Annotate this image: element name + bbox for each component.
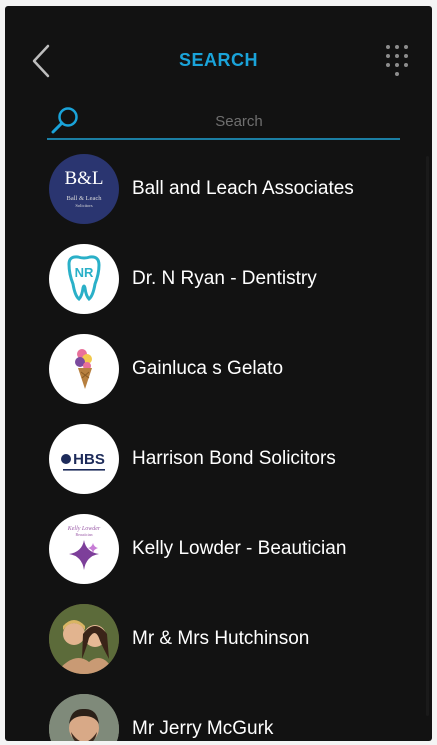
- page-title: SEARCH: [178, 50, 258, 70]
- grid-dot-icon: [404, 53, 408, 58]
- grid-dot-icon: [404, 62, 408, 67]
- search-input[interactable]: [87, 106, 391, 136]
- svg-text:Solicitors: Solicitors: [75, 203, 92, 208]
- contact-name: Mr & Mrs Hutchinson: [132, 628, 310, 649]
- list-item[interactable]: Gainluca s Gelato: [5, 324, 432, 414]
- avatar: [49, 694, 119, 741]
- contact-name: Mr Jerry McGurk: [132, 718, 274, 739]
- grid-dot-icon: [395, 62, 399, 67]
- grid-dot-icon: [395, 53, 399, 58]
- contact-name: Dr. N Ryan - Dentistry: [132, 268, 317, 289]
- contact-name: Ball and Leach Associates: [132, 178, 354, 199]
- list-item[interactable]: Mr & Mrs Hutchinson: [5, 594, 432, 684]
- svg-text:HBS: HBS: [73, 451, 105, 468]
- svg-text:Ball & Leach: Ball & Leach: [66, 195, 102, 202]
- avatar: B&L Ball & Leach Solicitors: [49, 154, 119, 224]
- person-photo-icon: [49, 694, 119, 741]
- avatar: HBS: [49, 424, 119, 494]
- app-screen: SEARCH B&L Ball & Leach Solicitors: [5, 6, 432, 741]
- svg-text:Beautician: Beautician: [75, 532, 92, 537]
- grid-menu-button[interactable]: [382, 42, 412, 78]
- list-item[interactable]: B&L Ball & Leach Solicitors Ball and Lea…: [5, 144, 432, 234]
- avatar: [49, 334, 119, 404]
- search-underline: [47, 138, 400, 140]
- contact-list: B&L Ball & Leach Solicitors Ball and Lea…: [5, 144, 432, 741]
- ice-cream-icon: [75, 349, 92, 389]
- grid-dot-icon: [395, 71, 399, 76]
- scrollbar[interactable]: [426, 156, 429, 716]
- grid-dot-icon: [386, 62, 390, 67]
- header: SEARCH: [5, 6, 432, 116]
- couple-photo-icon: [49, 604, 119, 674]
- contact-name: Harrison Bond Solicitors: [132, 448, 336, 469]
- contact-name: Gainluca s Gelato: [132, 358, 284, 379]
- avatar: NR: [49, 244, 119, 314]
- list-item[interactable]: Kelly Lowder Beautician Kelly Lowder - B…: [5, 504, 432, 594]
- grid-dot-icon: [386, 44, 390, 49]
- search-bar: [47, 102, 400, 140]
- ball-leach-logo-icon: B&L Ball & Leach Solicitors: [64, 168, 103, 208]
- avatar: Kelly Lowder Beautician: [49, 514, 119, 584]
- grid-dot-icon: [386, 53, 390, 58]
- sparkle-logo-icon: Kelly Lowder Beautician: [67, 526, 101, 570]
- search-icon[interactable]: [49, 105, 81, 137]
- svg-text:B&L: B&L: [64, 168, 103, 189]
- grid-dot-icon: [404, 44, 408, 49]
- contact-name: Kelly Lowder - Beautician: [132, 538, 347, 559]
- avatar: [49, 604, 119, 674]
- list-item[interactable]: HBS Harrison Bond Solicitors: [5, 414, 432, 504]
- svg-text:NR: NR: [75, 265, 94, 280]
- grid-dot-icon: [395, 44, 399, 49]
- hbs-logo-icon: HBS: [61, 451, 105, 471]
- list-item[interactable]: NR Dr. N Ryan - Dentistry: [5, 234, 432, 324]
- tooth-logo-icon: NR: [67, 255, 101, 301]
- list-item[interactable]: Mr Jerry McGurk: [5, 684, 432, 741]
